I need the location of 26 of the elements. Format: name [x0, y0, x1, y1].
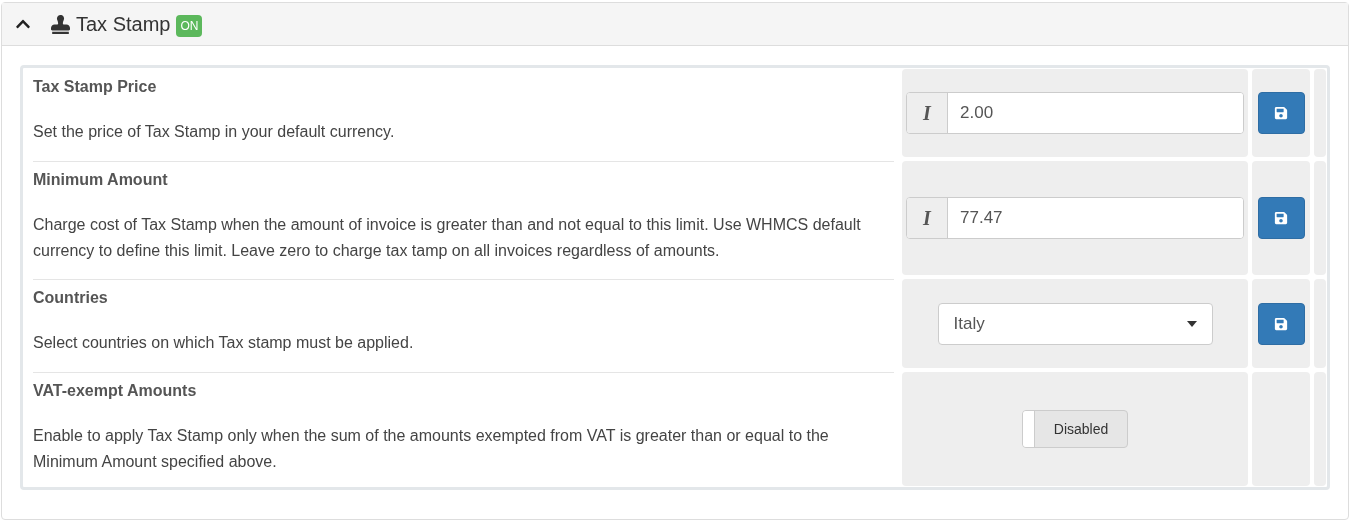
- save-icon: [1274, 316, 1289, 331]
- status-badge: ON: [176, 14, 203, 37]
- stamp-icon: [51, 14, 70, 34]
- setting-description: Set the price of Tax Stamp in your default currency.: [33, 122, 396, 142]
- panel-title: Tax Stamp: [76, 12, 171, 37]
- input-group[interactable]: I 2.00: [906, 92, 1244, 134]
- setting-description: Enable to apply Tax Stamp only when the sum of the amounts exempted from VAT is greater than or equal to the Minimum Amount specified above.: [33, 426, 830, 472]
- setting-title: VAT-exempt Amounts: [33, 381, 198, 401]
- caret-icon: [1186, 320, 1197, 327]
- input-addon: I: [907, 93, 948, 133]
- input-group[interactable]: I 77.47: [906, 197, 1244, 239]
- setting-title: Minimum Amount: [33, 170, 169, 190]
- toggle-label: Disabled: [1052, 419, 1110, 439]
- select-field[interactable]: Italy: [937, 302, 1213, 345]
- save-button[interactable]: [1257, 302, 1305, 345]
- toggle-switch[interactable]: Disabled: [1022, 410, 1128, 448]
- input-addon: I: [907, 198, 948, 238]
- save-icon: [1274, 211, 1289, 225]
- setting-description: Charge cost of Tax Stamp when the amount of invoice is greater than and not equal to this limit. Use WHMCS default currency to define this limit. Leave zero to charge tax tamp on all invoices regardless of amounts.: [33, 215, 862, 261]
- save-icon: [1274, 106, 1289, 120]
- setting-description: Select countries on which Tax stamp must be applied.: [33, 333, 415, 353]
- save-button[interactable]: [1257, 197, 1305, 239]
- setting-title: Countries: [33, 288, 109, 308]
- save-button[interactable]: [1257, 92, 1305, 134]
- setting-title: Tax Stamp Price: [33, 77, 158, 97]
- select-value: Italy: [953, 312, 985, 335]
